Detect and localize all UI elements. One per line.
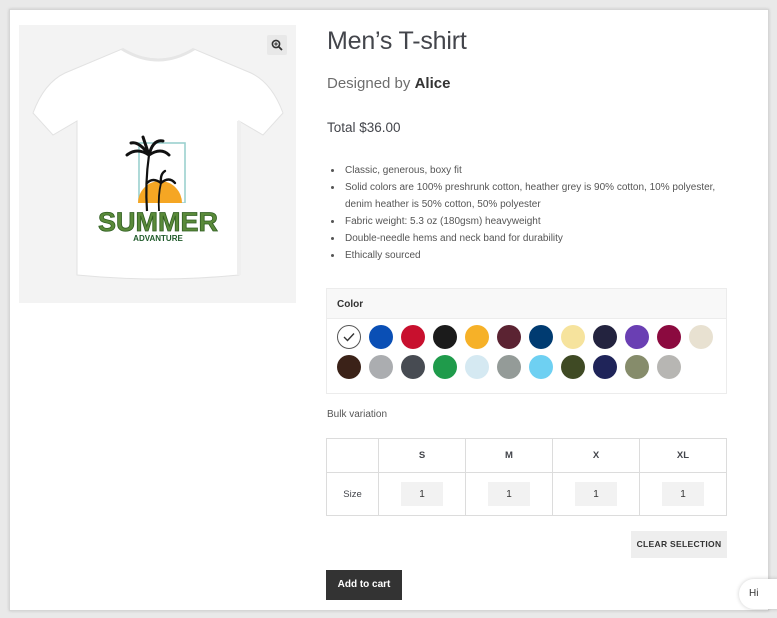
color-swatch[interactable] (561, 355, 585, 379)
check-icon (343, 333, 355, 342)
add-to-cart-button[interactable]: Add to cart (326, 570, 402, 600)
quantity-input-xl[interactable] (662, 482, 704, 506)
color-label: Color (327, 289, 726, 319)
feature-item: Ethically sourced (343, 247, 738, 264)
row-label: Size (326, 472, 379, 516)
color-swatch[interactable] (657, 325, 681, 349)
color-swatch[interactable] (625, 355, 649, 379)
size-header-row: S M X XL (326, 438, 727, 473)
feature-list: Classic, generous, boxy fit Solid colors… (343, 162, 738, 264)
color-swatch[interactable] (401, 355, 425, 379)
quantity-input-s[interactable] (401, 482, 443, 506)
bulk-variation-table: S M X XL Size (326, 438, 727, 516)
color-swatch[interactable] (497, 325, 521, 349)
size-header-m: M (465, 438, 553, 473)
color-swatch[interactable] (593, 355, 617, 379)
feature-item: Solid colors are 100% preshrunk cotton, … (343, 179, 738, 213)
quantity-input-m[interactable] (488, 482, 530, 506)
color-swatch[interactable] (433, 355, 457, 379)
color-swatch[interactable] (625, 325, 649, 349)
total-price: Total $36.00 (327, 120, 401, 135)
product-image[interactable]: SUMMER ADVANTURE (19, 25, 296, 303)
feature-item: Double-needle hems and neck band for dur… (343, 230, 738, 247)
color-swatch[interactable] (369, 355, 393, 379)
size-header-s: S (378, 438, 466, 473)
color-swatch[interactable] (369, 325, 393, 349)
product-title: Men’s T-shirt (327, 27, 467, 55)
designer-name[interactable]: Alice (415, 75, 451, 92)
color-swatch[interactable] (689, 325, 713, 349)
color-swatch[interactable] (529, 355, 553, 379)
bulk-variation-label: Bulk variation (327, 409, 388, 420)
color-swatch[interactable] (561, 325, 585, 349)
size-header-x: X (552, 438, 640, 473)
shirt-print-subtitle: ADVANTURE (133, 234, 183, 243)
color-swatch[interactable] (433, 325, 457, 349)
color-swatch[interactable] (657, 355, 681, 379)
color-swatch[interactable] (529, 325, 553, 349)
designer-prefix: Designed by (327, 75, 411, 92)
zoom-in-icon[interactable] (267, 35, 287, 55)
color-swatch[interactable] (497, 355, 521, 379)
feature-item: Classic, generous, boxy fit (343, 162, 738, 179)
designer-line: Designed by Alice (327, 75, 450, 92)
color-swatch[interactable] (401, 325, 425, 349)
shirt-print-title: SUMMER (98, 207, 218, 237)
feature-item: Fabric weight: 5.3 oz (180gsm) heavyweig… (343, 213, 738, 230)
quantity-row: Size (326, 472, 727, 516)
color-swatch[interactable] (337, 355, 361, 379)
quantity-input-x[interactable] (575, 482, 617, 506)
size-header-xl: XL (639, 438, 727, 473)
color-swatch[interactable] (337, 325, 361, 349)
color-swatches (327, 319, 727, 385)
tshirt-image: SUMMER ADVANTURE (32, 47, 284, 280)
color-selector: Color (326, 288, 727, 394)
color-swatch[interactable] (465, 325, 489, 349)
product-page: SUMMER ADVANTURE Men’s T-shirt Designed … (9, 9, 769, 611)
chat-widget[interactable]: Hi (739, 579, 777, 609)
color-swatch[interactable] (593, 325, 617, 349)
corner-cell (326, 438, 379, 473)
color-swatch[interactable] (465, 355, 489, 379)
clear-selection-button[interactable]: CLEAR SELECTION (631, 531, 727, 558)
